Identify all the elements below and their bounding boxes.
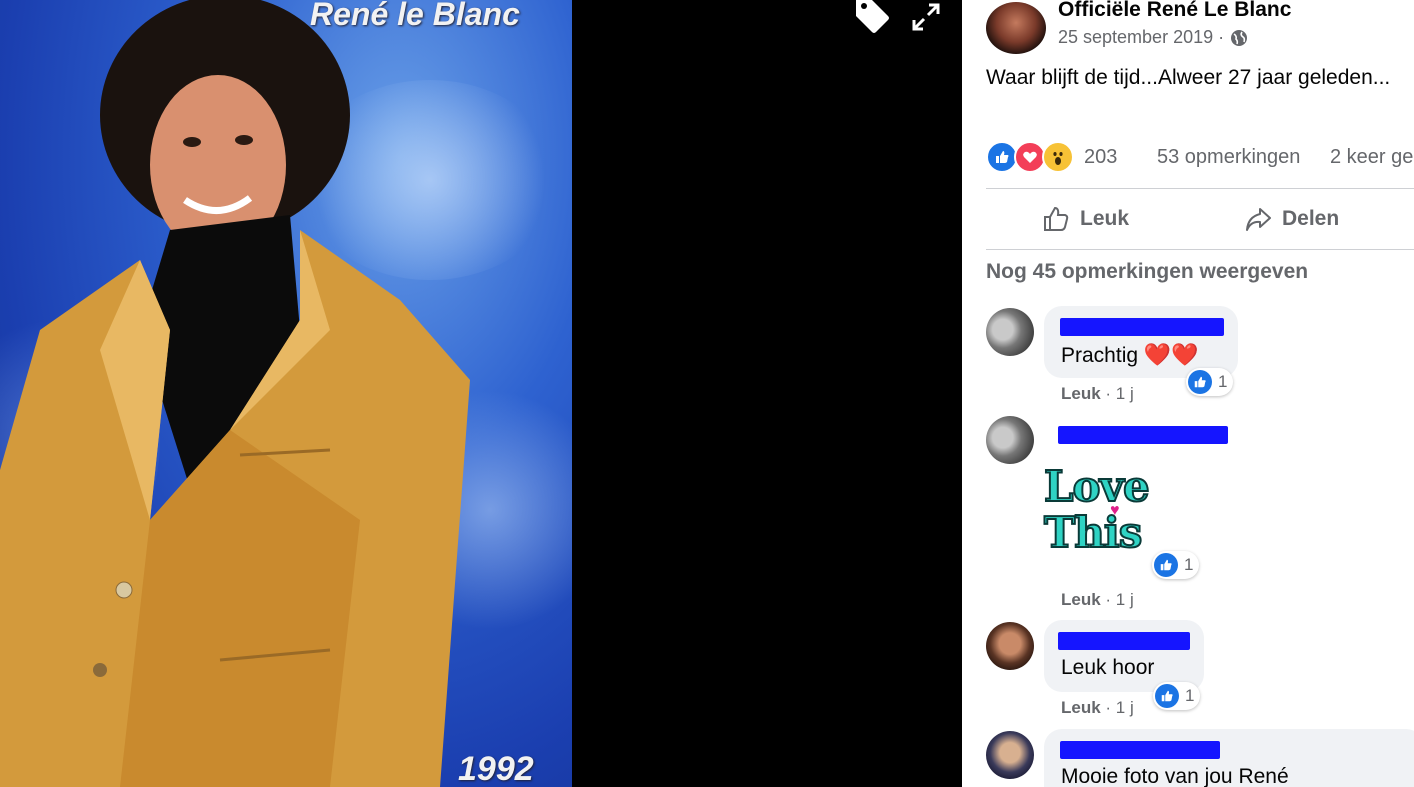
comment-meta: Leuk · 1 j bbox=[1061, 590, 1134, 610]
sticker-text-love: Love bbox=[1043, 461, 1151, 512]
reaction-count[interactable]: 203 bbox=[1084, 146, 1117, 169]
share-button[interactable]: Delen bbox=[1244, 190, 1339, 248]
comment-time[interactable]: · 1 j bbox=[1105, 384, 1133, 403]
commenter-avatar[interactable] bbox=[986, 308, 1034, 356]
comment-reaction-count: 1 bbox=[1218, 372, 1228, 391]
expand-icon bbox=[912, 3, 940, 31]
like-button[interactable]: Leuk bbox=[1042, 190, 1129, 248]
comment-like-link[interactable]: Leuk bbox=[1061, 384, 1101, 403]
tag-button[interactable] bbox=[852, 0, 892, 34]
post-date-link[interactable]: 25 september 2019 · bbox=[1058, 27, 1224, 48]
redacted-name bbox=[1058, 426, 1228, 444]
comment-reaction-badge[interactable]: 1 bbox=[1186, 368, 1234, 396]
redacted-name bbox=[1058, 632, 1190, 650]
redacted-name bbox=[1060, 318, 1224, 336]
like-icon bbox=[1154, 553, 1178, 577]
comment-text: Prachtig ❤️❤️ bbox=[1061, 342, 1199, 367]
globe-icon bbox=[1231, 29, 1248, 46]
like-icon bbox=[1155, 684, 1179, 708]
like-button-label: Leuk bbox=[1080, 207, 1130, 230]
love-this-sticker[interactable]: Love This ♥ bbox=[1043, 461, 1164, 572]
share-button-label: Delen bbox=[1282, 207, 1340, 230]
comment-like-link[interactable]: Leuk bbox=[1061, 590, 1101, 609]
redacted-name bbox=[1060, 741, 1220, 759]
comment-bubble: Mooie foto van jou René bbox=[1044, 729, 1414, 787]
share-icon bbox=[1246, 208, 1271, 231]
comment-reaction-count: 1 bbox=[1184, 555, 1194, 574]
photo-viewer: René le Blanc 1992 bbox=[0, 0, 962, 787]
page-avatar[interactable] bbox=[986, 2, 1046, 54]
comment-time[interactable]: · 1 j bbox=[1105, 698, 1133, 717]
post-panel: Officiële René Le Blanc 25 september 201… bbox=[962, 0, 1414, 787]
wow-icon bbox=[1042, 141, 1074, 173]
commenter-avatar[interactable] bbox=[986, 416, 1034, 464]
thumbs-up-icon bbox=[1044, 206, 1069, 231]
comment-reaction-badge[interactable]: 1 bbox=[1153, 682, 1201, 710]
comment-meta: Leuk · 1 j bbox=[1061, 384, 1134, 404]
comments-count-link[interactable]: 53 opmerkingen bbox=[1157, 146, 1300, 169]
portrait-figure bbox=[0, 0, 470, 787]
post-action-bar: Leuk Delen bbox=[986, 190, 1414, 248]
post-meta: 25 september 2019 · bbox=[1058, 27, 1248, 48]
commenter-avatar[interactable] bbox=[986, 622, 1034, 670]
photo-title-text: René le Blanc bbox=[310, 0, 520, 32]
comment-reaction-count: 1 bbox=[1185, 686, 1195, 705]
like-icon bbox=[1188, 370, 1212, 394]
page-name-link[interactable]: Officiële René Le Blanc bbox=[1058, 0, 1291, 22]
comment-like-link[interactable]: Leuk bbox=[1061, 698, 1101, 717]
fullscreen-button[interactable] bbox=[906, 0, 946, 34]
comment-time[interactable]: · 1 j bbox=[1105, 590, 1133, 609]
comment-reaction-badge[interactable]: 1 bbox=[1152, 551, 1200, 579]
post-text: Waar blijft de tijd...Alweer 27 jaar gel… bbox=[986, 66, 1391, 89]
reactions-summary[interactable]: 203 53 opmerkingen 2 keer gedeeld bbox=[986, 140, 1414, 174]
heart-icon: ♥ bbox=[1110, 502, 1120, 519]
shares-count-link[interactable]: 2 keer gedeeld bbox=[1330, 146, 1414, 169]
photo-year-text: 1992 bbox=[458, 750, 534, 787]
tag-icon bbox=[856, 0, 889, 33]
divider bbox=[986, 188, 1414, 189]
comment-text: Leuk hoor bbox=[1061, 656, 1155, 679]
divider bbox=[986, 249, 1414, 250]
comment-meta: Leuk · 1 j bbox=[1061, 698, 1134, 718]
view-more-comments-link[interactable]: Nog 45 opmerkingen weergeven bbox=[986, 260, 1308, 284]
commenter-avatar[interactable] bbox=[986, 731, 1034, 779]
comment-text: Mooie foto van jou René bbox=[1061, 765, 1289, 787]
sticker-text-this: This bbox=[1043, 507, 1143, 558]
post-photo[interactable]: René le Blanc 1992 bbox=[0, 0, 572, 787]
